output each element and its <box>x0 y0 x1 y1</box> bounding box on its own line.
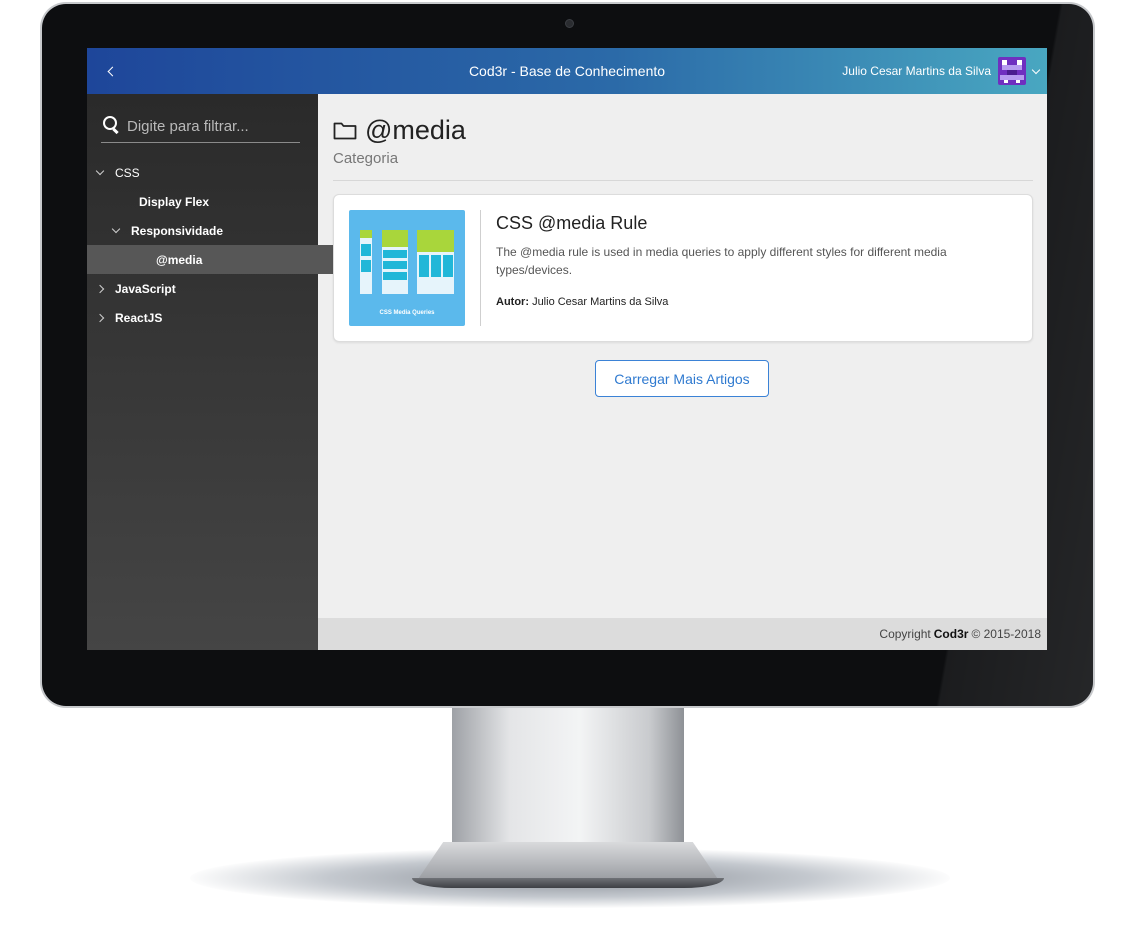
author-name: Julio Cesar Martins da Silva <box>532 296 669 308</box>
card-separator <box>480 210 481 326</box>
folder-icon <box>333 122 357 140</box>
tree-item-label: JavaScript <box>115 281 176 296</box>
article-author: Autor: Julio Cesar Martins da Silva <box>496 296 668 308</box>
page-subtitle: Categoria <box>333 150 399 167</box>
tree-item-label: CSS <box>115 165 140 180</box>
app-header: Cod3r - Base de Conhecimento Julio Cesar… <box>87 48 1047 94</box>
tree-item-javascript[interactable]: JavaScript <box>87 274 318 303</box>
search-icon <box>103 116 117 130</box>
chevron-down-icon <box>95 166 105 176</box>
thumbnail-caption: CSS Media Queries <box>379 310 435 316</box>
footer-brand: Cod3r <box>933 627 969 641</box>
page-title-text: @media <box>365 114 466 145</box>
footer-suffix: © 2015-2018 <box>971 627 1041 641</box>
footer-prefix: Copyright <box>879 627 931 641</box>
chevron-right-icon <box>95 284 105 293</box>
user-name: Julio Cesar Martins da Silva <box>842 64 991 78</box>
tree-item-label: @media <box>156 252 203 267</box>
article-title[interactable]: CSS @media Rule <box>496 213 647 234</box>
monitor-stand <box>452 700 684 850</box>
article-card[interactable]: CSS Media Queries CSS @media Rule The @m… <box>333 194 1033 342</box>
monitor-stand-base-edge <box>412 878 724 888</box>
load-more-button[interactable]: Carregar Mais Artigos <box>595 360 769 397</box>
article-thumbnail: CSS Media Queries <box>349 210 465 326</box>
author-label: Autor: <box>496 296 529 308</box>
camera-icon <box>565 19 574 28</box>
category-tree: CSS Display Flex Responsividade @media J… <box>87 158 385 332</box>
chevron-down-icon <box>1031 65 1041 74</box>
tree-item-label: Display Flex <box>139 194 210 209</box>
tree-item-responsividade[interactable]: Responsividade <box>87 216 318 245</box>
avatar <box>998 57 1026 85</box>
app-screen: Cod3r - Base de Conhecimento Julio Cesar… <box>87 48 1047 650</box>
tree-item-label: ReactJS <box>115 310 163 325</box>
main-content: @media Categoria CSS Media Queries CSS @… <box>318 94 1047 618</box>
tree-item-css[interactable]: CSS <box>87 158 318 187</box>
tree-item-display-flex[interactable]: Display Flex <box>87 187 318 216</box>
tree-item-label: Responsividade <box>131 223 224 238</box>
tree-item-reactjs[interactable]: ReactJS <box>87 303 318 332</box>
chevron-left-icon <box>107 66 117 76</box>
article-description: The @media rule is used in media queries… <box>496 245 947 277</box>
chevron-right-icon <box>95 313 105 322</box>
page-title: @media <box>333 114 466 146</box>
menu-toggle-button[interactable] <box>87 48 133 94</box>
search-input[interactable] <box>125 114 301 138</box>
search-box <box>101 114 301 143</box>
footer: Copyright Cod3r © 2015-2018 <box>318 618 1047 650</box>
user-dropdown[interactable]: Julio Cesar Martins da Silva <box>842 48 1041 94</box>
chevron-down-icon <box>111 224 121 234</box>
divider <box>333 180 1033 181</box>
